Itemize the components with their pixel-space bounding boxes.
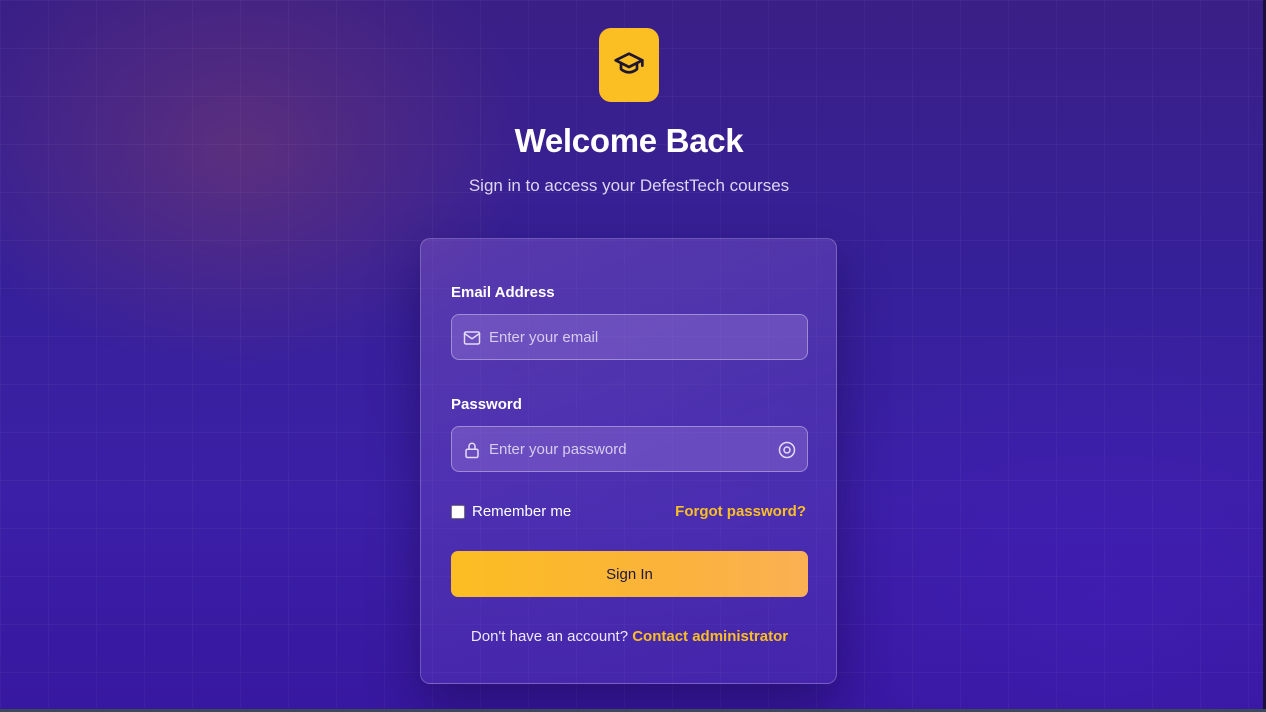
- mail-icon: [463, 329, 481, 347]
- remember-label: Remember me: [472, 503, 572, 520]
- remember-me[interactable]: Remember me: [451, 503, 571, 520]
- logo: [599, 28, 659, 102]
- password-input[interactable]: [489, 427, 769, 471]
- remember-checkbox[interactable]: [451, 504, 465, 519]
- email-field[interactable]: [451, 314, 808, 360]
- login-card: Email Address Password Remember me: [420, 238, 837, 684]
- password-field[interactable]: [451, 426, 808, 472]
- forgot-password-link[interactable]: Forgot password?: [675, 503, 806, 520]
- eye-icon[interactable]: [778, 441, 796, 459]
- email-input[interactable]: [489, 315, 769, 359]
- sign-in-button[interactable]: Sign In: [451, 551, 808, 597]
- email-label: Email Address: [451, 284, 555, 301]
- signup-prompt-text: Don't have an account?: [470, 628, 633, 645]
- page-title: Welcome Back: [514, 122, 744, 159]
- signup-prompt: Don't have an account? Contact administr…: [421, 628, 838, 645]
- page-subtitle: Sign in to access your DefestTech course…: [468, 176, 790, 195]
- password-label: Password: [451, 396, 522, 413]
- lock-icon: [463, 441, 481, 459]
- contact-admin-link[interactable]: Contact administrator: [632, 628, 788, 645]
- graduation-cap-icon: [613, 47, 645, 84]
